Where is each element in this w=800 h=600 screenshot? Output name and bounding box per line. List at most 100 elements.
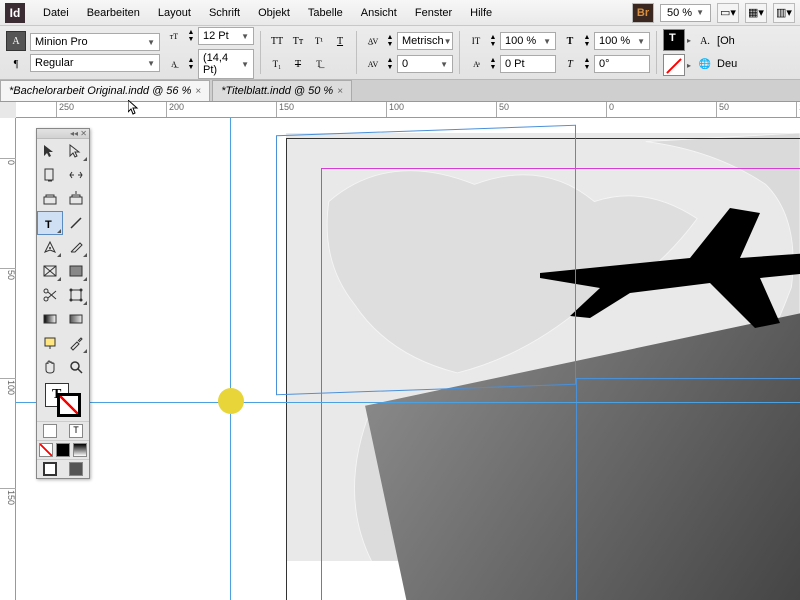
apply-row [37, 440, 89, 459]
lang-label[interactable]: Deu [717, 58, 737, 70]
stepper-icon[interactable]: ▲▼ [186, 54, 196, 74]
font-size-input[interactable]: 12 Pt▼ [198, 27, 254, 45]
tab-bachelorarbeit[interactable]: *Bachelorarbeit Original.indd @ 56 % × [0, 80, 210, 101]
menu-tabelle[interactable]: Tabelle [300, 3, 351, 23]
fill-swatch[interactable]: T [663, 29, 685, 51]
skew-input[interactable]: 0° [594, 55, 650, 73]
rectangle-frame-tool[interactable] [37, 259, 63, 283]
lang-icon: 🌐 [695, 54, 715, 74]
ruler-vertical[interactable]: 050100150 [0, 118, 16, 600]
chevron-right-icon[interactable]: ▸ [687, 36, 691, 45]
screen-mode-icon[interactable]: ▭▾ [717, 3, 739, 23]
svg-text:T: T [45, 219, 52, 231]
hand-tool[interactable] [37, 355, 63, 379]
selection-tool[interactable] [37, 139, 63, 163]
menu-objekt[interactable]: Objekt [250, 3, 298, 23]
charstyle-label[interactable]: [Oh [717, 35, 735, 47]
char-mode-icon[interactable]: A [6, 31, 26, 51]
line-tool[interactable] [63, 211, 89, 235]
text-frame[interactable] [276, 125, 576, 395]
free-transform-tool[interactable] [63, 283, 89, 307]
stepper-icon[interactable]: ▲▼ [582, 31, 592, 51]
stepper-icon[interactable]: ▲▼ [488, 31, 498, 51]
stroke-proxy[interactable] [57, 393, 81, 417]
leading-input[interactable]: (14,4 Pt)▼ [198, 49, 254, 79]
subscript-icon[interactable]: T₁ [267, 54, 287, 74]
zoom-tool[interactable] [63, 355, 89, 379]
format-text-icon[interactable]: T [69, 424, 83, 438]
content-placer-tool[interactable] [63, 187, 89, 211]
menu-ansicht[interactable]: Ansicht [353, 3, 405, 23]
toolbox[interactable]: ◂◂ ✕ T T T [36, 128, 90, 479]
direct-selection-tool[interactable] [63, 139, 89, 163]
gap-tool[interactable] [63, 163, 89, 187]
close-icon[interactable]: × [195, 86, 201, 97]
format-container-icon[interactable] [43, 424, 57, 438]
font-style-input[interactable]: Regular▼ [30, 54, 160, 72]
chevron-right-icon[interactable]: ▸ [687, 61, 691, 70]
type-tool[interactable]: T [37, 211, 63, 235]
ligature-icon[interactable]: T͟ [309, 54, 329, 74]
canvas[interactable] [16, 118, 800, 600]
para-mode-icon[interactable]: ¶ [6, 54, 26, 74]
guide-vertical[interactable] [230, 118, 231, 600]
eyedropper-tool[interactable] [63, 331, 89, 355]
page-tool[interactable] [37, 163, 63, 187]
guide-horizontal[interactable] [16, 402, 800, 403]
color-proxy[interactable]: T [37, 379, 89, 421]
preview-view-icon[interactable] [69, 462, 83, 476]
vscale-input[interactable]: 100 %▼ [500, 32, 556, 50]
zoom-level[interactable]: 50 % ▼ [660, 4, 711, 22]
gradient-swatch-tool[interactable] [37, 307, 63, 331]
font-family-input[interactable]: Minion Pro▼ [30, 33, 160, 51]
chevron-down-icon: ▼ [444, 37, 452, 46]
note-tool[interactable] [37, 331, 63, 355]
stepper-icon[interactable]: ▲▼ [385, 54, 395, 74]
allcaps-icon[interactable]: TT [267, 31, 287, 51]
view-mode-row [37, 459, 89, 478]
gradient-feather-tool[interactable] [63, 307, 89, 331]
scissors-tool[interactable] [37, 283, 63, 307]
apply-none-icon[interactable] [39, 443, 53, 457]
menu-datei[interactable]: Datei [35, 3, 77, 23]
hscale-input[interactable]: 100 %▼ [594, 32, 650, 50]
apply-gradient-icon[interactable] [73, 443, 87, 457]
control-panel: A ¶ Minion Pro▼ Regular▼ тT ▲▼ 12 Pt▼ A͟… [0, 26, 800, 80]
yellow-marker[interactable] [218, 388, 244, 414]
smallcaps-icon[interactable]: Tᴛ [288, 31, 308, 51]
baseline-input[interactable]: 0 Pt [500, 55, 556, 73]
bridge-icon[interactable]: Br [632, 3, 654, 23]
arrange-icon[interactable]: ▦▾ [745, 3, 767, 23]
rectangle-tool[interactable] [63, 259, 89, 283]
strikethrough-icon[interactable]: T [288, 54, 308, 74]
stepper-icon[interactable]: ▲▼ [488, 54, 498, 74]
charstyle-icon: A. [695, 31, 715, 51]
menu-layout[interactable]: Layout [150, 3, 199, 23]
apply-color-icon[interactable] [56, 443, 70, 457]
superscript-icon[interactable]: T¹ [309, 31, 329, 51]
stepper-icon[interactable]: ▲▼ [582, 54, 592, 74]
content-collector-tool[interactable] [37, 187, 63, 211]
workspace-icon[interactable]: ▥▾ [773, 3, 795, 23]
stroke-swatch[interactable] [663, 54, 685, 76]
menu-hilfe[interactable]: Hilfe [462, 3, 500, 23]
ruler-horizontal[interactable]: 25020015010050050100 [16, 102, 800, 118]
tab-titelblatt[interactable]: *Titelblatt.indd @ 50 % × [212, 80, 352, 101]
menu-bearbeiten[interactable]: Bearbeiten [79, 3, 148, 23]
app-icon: Id [5, 3, 25, 23]
tracking-input[interactable]: 0▼ [397, 55, 453, 73]
text-frame[interactable] [576, 378, 800, 600]
pen-tool[interactable] [37, 235, 63, 259]
pencil-tool[interactable] [63, 235, 89, 259]
hscale-icon: T [560, 31, 580, 51]
stepper-icon[interactable]: ▲▼ [385, 31, 395, 51]
toolbox-header[interactable]: ◂◂ ✕ [37, 129, 89, 139]
kerning-input[interactable]: Metrisch▼ [397, 32, 453, 50]
stepper-icon[interactable]: ▲▼ [186, 26, 196, 46]
underline-icon[interactable]: T [330, 31, 350, 51]
close-icon[interactable]: × [337, 86, 343, 97]
menu-schrift[interactable]: Schrift [201, 3, 248, 23]
menu-fenster[interactable]: Fenster [407, 3, 460, 23]
normal-view-icon[interactable] [43, 462, 57, 476]
menubar: Id Datei Bearbeiten Layout Schrift Objek… [0, 0, 800, 26]
